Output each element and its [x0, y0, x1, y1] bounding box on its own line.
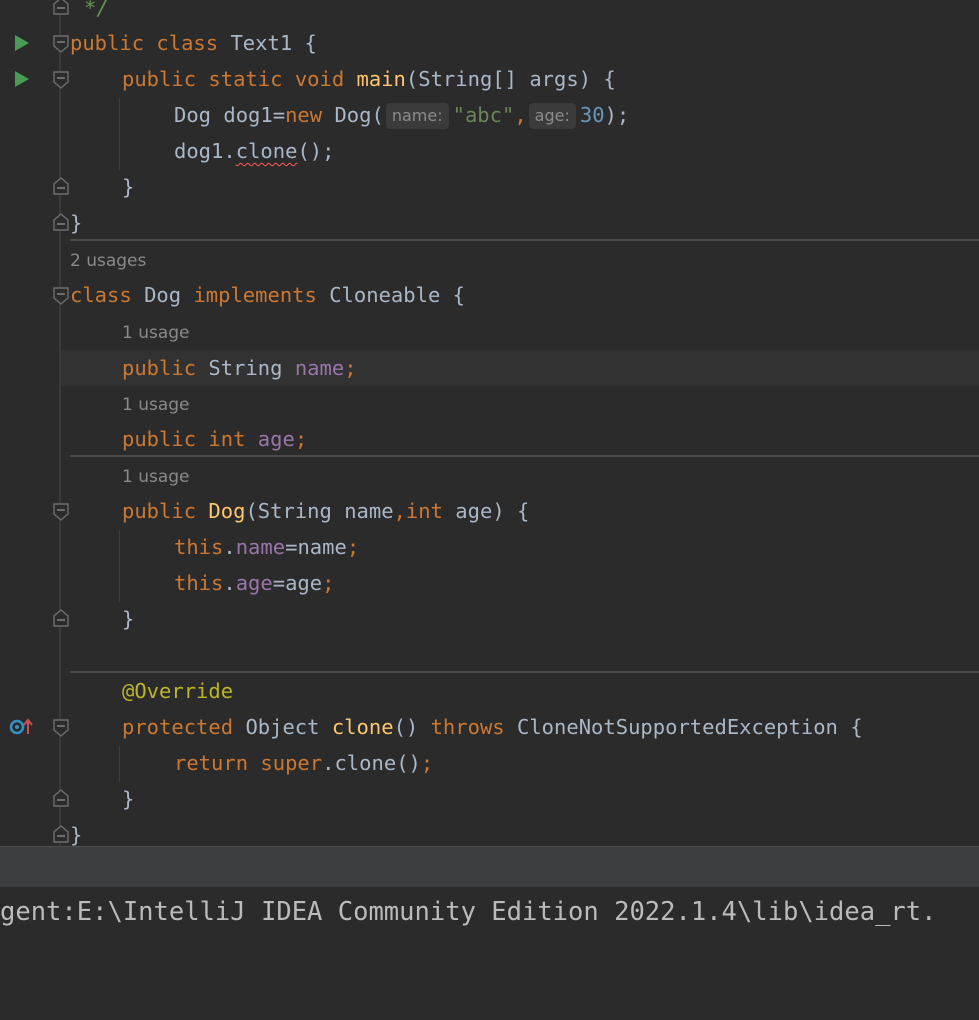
- overrides-method-icon[interactable]: [8, 716, 34, 738]
- code-line: public class Text1 {: [0, 25, 979, 61]
- method-declaration: protected Object clone() throws CloneNot…: [122, 715, 863, 739]
- class-name: Text1: [230, 31, 293, 55]
- fold-marker-icon[interactable]: [52, 176, 70, 196]
- fold-marker-icon[interactable]: [52, 718, 70, 738]
- code-line: protected Object clone() throws CloneNot…: [0, 709, 979, 745]
- closing-brace: }: [122, 607, 135, 631]
- number-literal: 30: [579, 103, 605, 127]
- statement: this.age=age;: [174, 571, 335, 595]
- code-line: public Dog(String name,int age) {: [0, 493, 979, 529]
- run-triangle-icon[interactable]: [14, 34, 30, 52]
- code-lens[interactable]: 2 usages: [0, 243, 979, 279]
- fold-marker-icon[interactable]: [52, 608, 70, 628]
- usages-label[interactable]: 2 usages: [70, 243, 146, 279]
- code-lens[interactable]: 1 usage: [0, 315, 979, 351]
- fold-marker-icon[interactable]: [52, 502, 70, 522]
- closing-brace: }: [122, 787, 135, 811]
- code-line: }: [0, 817, 979, 846]
- usages-label[interactable]: 1 usage: [122, 459, 190, 495]
- run-triangle-icon[interactable]: [14, 70, 30, 88]
- parameter-hint: name:: [385, 103, 449, 129]
- annotation: @Override: [122, 679, 234, 703]
- fold-marker-icon[interactable]: [52, 788, 70, 808]
- fold-marker-icon[interactable]: [52, 212, 70, 232]
- class-declaration: class Dog implements Cloneable {: [70, 283, 465, 307]
- code-line: return super.clone();: [0, 745, 979, 781]
- fold-marker-icon[interactable]: [52, 34, 70, 54]
- keyword: class: [156, 31, 219, 55]
- code-line: this.age=age;: [0, 565, 979, 601]
- fold-marker-icon[interactable]: [52, 824, 70, 844]
- fold-marker-icon[interactable]: [52, 70, 70, 90]
- code-line: }: [0, 169, 979, 205]
- field-declaration: public int age;: [122, 427, 308, 451]
- closing-brace: }: [70, 211, 83, 235]
- tool-window-header[interactable]: [0, 846, 979, 887]
- usages-label[interactable]: 1 usage: [122, 315, 190, 351]
- console-output-line: gent:E:\IntelliJ IDEA Community Edition …: [0, 897, 937, 927]
- usages-label[interactable]: 1 usage: [122, 387, 190, 423]
- fold-marker-icon[interactable]: [52, 286, 70, 306]
- code-line: dog1.clone();: [0, 133, 979, 169]
- statement: return super.clone();: [174, 751, 434, 775]
- run-console[interactable]: gent:E:\IntelliJ IDEA Community Edition …: [0, 887, 979, 1020]
- fold-marker-icon[interactable]: [52, 0, 70, 16]
- code-line: */: [0, 0, 979, 26]
- closing-brace: }: [122, 175, 135, 199]
- code-lens[interactable]: 1 usage: [0, 387, 979, 423]
- code-line: public int age;: [0, 421, 979, 457]
- parameter-hint: age:: [528, 103, 576, 129]
- statement: this.name=name;: [174, 535, 360, 559]
- statement: Dog dog1=new Dog(name: "abc", age: 30);: [174, 103, 630, 129]
- code-line: public static void main(String[] args) {: [0, 61, 979, 97]
- string-literal: "abc": [452, 103, 515, 127]
- constructor-declaration: public Dog(String name,int age) {: [122, 499, 530, 523]
- code-line: this.name=name;: [0, 529, 979, 565]
- code-editor[interactable]: */ public class Text1 { public static vo…: [0, 0, 979, 846]
- code-lens[interactable]: 1 usage: [0, 459, 979, 495]
- code-line: @Override: [0, 673, 979, 709]
- code-line: class Dog implements Cloneable {: [0, 277, 979, 313]
- code-line: }: [0, 781, 979, 817]
- statement: dog1.clone();: [174, 139, 335, 163]
- field-declaration: public String name;: [122, 356, 357, 380]
- method-name: main: [356, 67, 406, 91]
- closing-brace: }: [70, 823, 83, 846]
- method-declaration: public static void main(String[] args) {: [122, 67, 616, 91]
- code-line: Dog dog1=new Dog(name: "abc", age: 30);: [0, 97, 979, 133]
- current-line: public String name;: [61, 350, 979, 386]
- code-line: }: [0, 205, 979, 241]
- error-highlight[interactable]: clone: [236, 139, 298, 163]
- comment-end: */: [84, 0, 109, 20]
- class-declaration: public class Text1 {: [70, 31, 317, 55]
- code-line: }: [0, 601, 979, 637]
- keyword: public: [70, 31, 145, 55]
